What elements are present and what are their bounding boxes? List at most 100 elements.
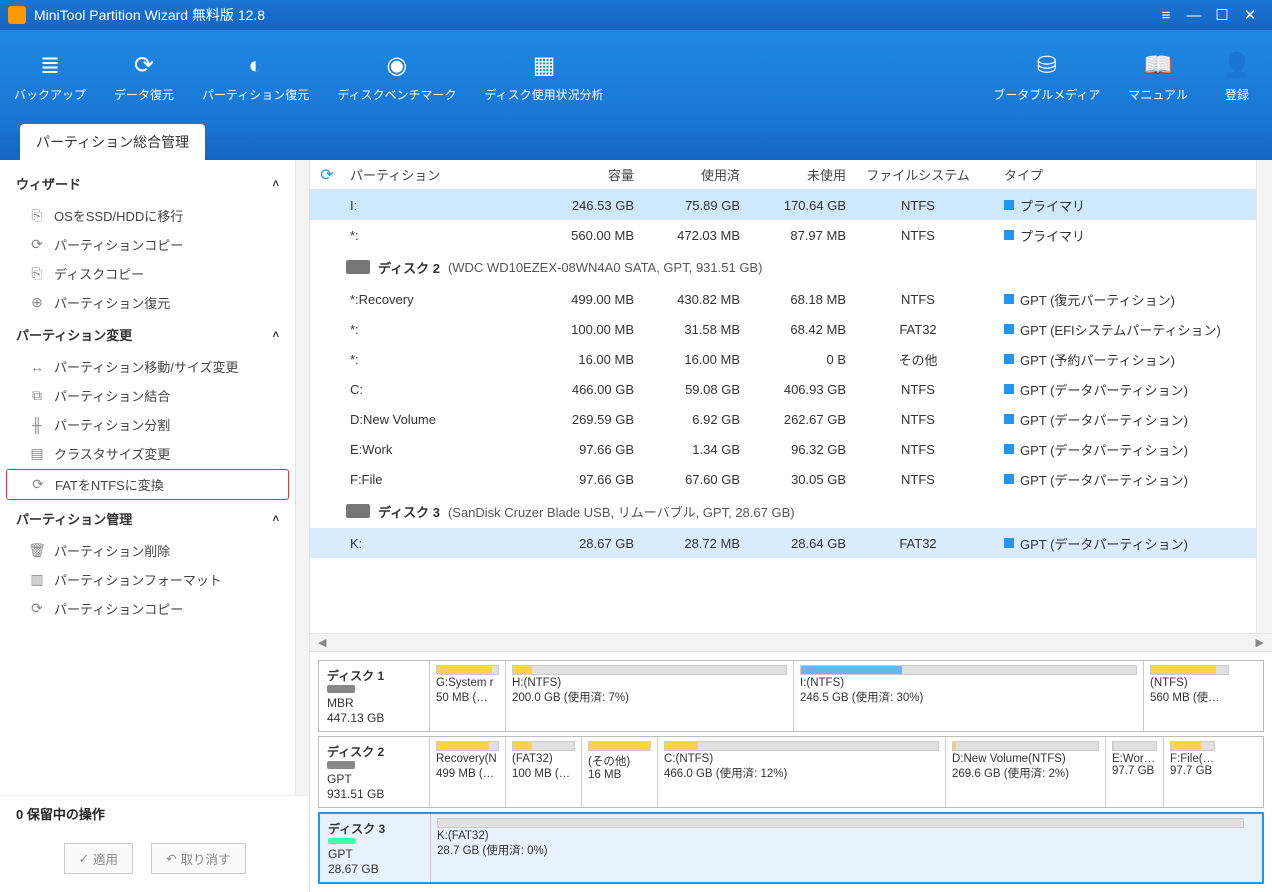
partition-row[interactable]: D:New Volume269.59 GB6.92 GB262.67 GBNTF… (310, 404, 1256, 434)
partition-row[interactable]: C:466.00 GB59.08 GB406.93 GBNTFSGPT (データ… (310, 374, 1256, 404)
table-header: ⟳ パーティション 容量 使用済 未使用 ファイルシステム タイプ (310, 160, 1256, 190)
disk-map-partition[interactable]: D:New Volume(NTFS)269.6 GB (使用済: 2%) (945, 737, 1105, 807)
app-logo-icon (8, 6, 26, 24)
col-capacity[interactable]: 容量 (524, 165, 640, 184)
disk-map-partition[interactable]: (FAT32)100 MB (使用済: 31%) (505, 737, 581, 807)
copy-icon: ⟳ (28, 600, 46, 617)
merge-icon: ⧉ (28, 387, 46, 404)
disk-benchmark-icon: ◉ (381, 50, 413, 82)
refresh-icon[interactable]: ⟳ (310, 165, 344, 185)
disk-maps: ディスク 1MBR447.13 GBG:System r50 MB (使用済: … (310, 651, 1272, 892)
disk-map[interactable]: ディスク 1MBR447.13 GBG:System r50 MB (使用済: … (318, 660, 1264, 732)
type-color-icon (1004, 324, 1014, 334)
toolbar-label: 登録 (1225, 86, 1249, 103)
sidebar: ウィザード˄⎘OSをSSD/HDDに移行⟳パーティションコピー⎘ディスクコピー⊕… (0, 160, 310, 892)
section-header[interactable]: ウィザード˄ (0, 166, 295, 201)
disk-map-partition[interactable]: H:(NTFS)200.0 GB (使用済: 7%) (505, 661, 793, 731)
toolbar-data-recovery[interactable]: ⟳データ復元 (100, 30, 188, 122)
cluster-size-icon: ▤ (28, 445, 46, 462)
chevron-up-icon: ˄ (273, 178, 279, 190)
sidebar-item-partition-copy[interactable]: ⟳パーティションコピー (0, 230, 295, 259)
chevron-up-icon: ˄ (273, 513, 279, 525)
toolbar-disk-benchmark[interactable]: ◉ディスクベンチマーク (323, 30, 470, 122)
menu-icon[interactable]: ≡ (1152, 7, 1180, 24)
apply-button[interactable]: ✓適用 (64, 843, 134, 874)
sidebar-item-label: パーティション分割 (54, 415, 170, 434)
tab-partition-management[interactable]: パーティション総合管理 (20, 124, 205, 160)
disk-header[interactable]: ディスク 2 (WDC WD10EZEX-08WN4A0 SATA, GPT, … (310, 250, 1256, 284)
col-filesystem[interactable]: ファイルシステム (852, 165, 984, 184)
disk-map-partition[interactable]: Recovery(N499 MB (使用済: 86%) (429, 737, 505, 807)
pending-operations-label: 0 保留中の操作 (0, 795, 309, 831)
toolbar-backup[interactable]: ≣バックアップ (0, 30, 100, 122)
toolbar-manual[interactable]: 📖マニュアル (1114, 30, 1202, 122)
partition-row[interactable]: *:16.00 MB16.00 MB0 Bその他GPT (予約パーティション) (310, 344, 1256, 374)
sidebar-item-format[interactable]: ▥ パーティションフォーマット (0, 565, 295, 594)
disk-map-partition[interactable]: (その他)16 MB (581, 737, 657, 807)
disk-map-partition[interactable]: (NTFS)560 MB (使用済: 84%) (1143, 661, 1235, 731)
disk-map-partition[interactable]: K:(FAT32)28.7 GB (使用済: 0%) (430, 814, 1250, 882)
manual-icon: 📖 (1142, 50, 1174, 82)
migrate-os-icon: ⎘ (28, 207, 46, 224)
sidebar-item-fat-to-ntfs[interactable]: ⟳FATをNTFSに変換 (6, 469, 289, 500)
toolbar-bootable-media[interactable]: ⛁ブータブルメディア (979, 30, 1114, 122)
col-type[interactable]: タイプ (984, 165, 1256, 184)
format-icon: ▥ (28, 571, 46, 588)
disk-icon (328, 838, 356, 844)
toolbar-partition-recovery[interactable]: ◐パーティション復元 (188, 30, 323, 122)
disk-map-partition[interactable]: F:File(NTFS)97.7 GB (1163, 737, 1221, 807)
disk-map[interactable]: ディスク 3GPT28.67 GBK:(FAT32)28.7 GB (使用済: … (318, 812, 1264, 884)
disk-map-partition[interactable]: I:(NTFS)246.5 GB (使用済: 30%) (793, 661, 1143, 731)
partition-row[interactable]: *:100.00 MB31.58 MB68.42 MBFAT32GPT (EFI… (310, 314, 1256, 344)
col-partition[interactable]: パーティション (344, 165, 524, 184)
sidebar-item-disk-copy[interactable]: ⎘ディスクコピー (0, 259, 295, 288)
backup-icon: ≣ (34, 50, 66, 82)
type-color-icon (1004, 294, 1014, 304)
sidebar-scrollbar[interactable] (295, 160, 309, 795)
sidebar-item-copy[interactable]: ⟳パーティションコピー (0, 594, 295, 623)
partition-row[interactable]: *:560.00 MB472.03 MB87.97 MBNTFSプライマリ (310, 220, 1256, 250)
section-header[interactable]: パーティション変更˄ (0, 317, 295, 352)
partition-row[interactable]: F:File97.66 GB67.60 GB30.05 GBNTFSGPT (デ… (310, 464, 1256, 494)
tab-bar: パーティション総合管理 (0, 122, 1272, 160)
split-icon: ╫ (28, 417, 46, 433)
partition-row[interactable]: E:Work97.66 GB1.34 GB96.32 GBNTFSGPT (デー… (310, 434, 1256, 464)
close-button[interactable]: ✕ (1236, 6, 1264, 24)
col-free[interactable]: 未使用 (746, 165, 852, 184)
maximize-button[interactable]: ☐ (1208, 6, 1236, 24)
sidebar-item-move-resize[interactable]: ↔パーティション移動/サイズ変更 (0, 352, 295, 381)
partition-copy-icon: ⟳ (28, 236, 46, 253)
disk-copy-icon: ⎘ (28, 265, 46, 282)
disk-icon (327, 761, 355, 769)
col-used[interactable]: 使用済 (640, 165, 746, 184)
toolbar-label: ディスク使用状況分析 (484, 86, 603, 103)
disk-map-partition[interactable]: C:(NTFS)466.0 GB (使用済: 12%) (657, 737, 945, 807)
sidebar-item-delete[interactable]: 🗑 パーティション削除 (0, 536, 295, 565)
disk-map-partition[interactable]: E:Work(NTFS)97.7 GB (1105, 737, 1163, 807)
fat-to-ntfs-icon: ⟳ (29, 476, 47, 493)
disk-map-partition[interactable]: G:System r50 MB (使用済: 90%) (429, 661, 505, 731)
partition-row[interactable]: I:246.53 GB75.89 GB170.64 GBNTFSプライマリ (310, 190, 1256, 220)
type-color-icon (1004, 444, 1014, 454)
partition-row[interactable]: *:Recovery499.00 MB430.82 MB68.18 MBNTFS… (310, 284, 1256, 314)
sidebar-item-split[interactable]: ╫ パーティション分割 (0, 410, 295, 439)
type-color-icon (1004, 230, 1014, 240)
disk-map[interactable]: ディスク 2GPT931.51 GBRecovery(N499 MB (使用済:… (318, 736, 1264, 808)
minimize-button[interactable]: — (1180, 7, 1208, 24)
toolbar-register[interactable]: 👤登録 (1202, 30, 1272, 122)
sidebar-item-label: パーティション削除 (54, 541, 170, 560)
sidebar-item-label: パーティションフォーマット (54, 570, 222, 589)
sidebar-item-migrate-os[interactable]: ⎘OSをSSD/HDDに移行 (0, 201, 295, 230)
delete-icon: 🗑 (28, 542, 46, 559)
section-header[interactable]: パーティション管理˄ (0, 501, 295, 536)
disk-icon (346, 504, 370, 518)
toolbar-space-analyzer[interactable]: ▦ディスク使用状況分析 (470, 30, 617, 122)
disk-header[interactable]: ディスク 3 (SanDisk Cruzer Blade USB, リムーバブル… (310, 494, 1256, 528)
partition-row[interactable]: K:28.67 GB28.72 MB28.64 GBFAT32GPT (データパ… (310, 528, 1256, 558)
sidebar-item-cluster-size[interactable]: ▤クラスタサイズ変更 (0, 439, 295, 468)
table-hscrollbar[interactable]: ◀▶ (310, 633, 1272, 651)
sidebar-item-merge[interactable]: ⧉パーティション結合 (0, 381, 295, 410)
sidebar-item-partition-restore[interactable]: ⊕パーティション復元 (0, 288, 295, 317)
table-vscrollbar[interactable] (1256, 160, 1272, 633)
cancel-button[interactable]: ↶取り消す (151, 843, 246, 874)
